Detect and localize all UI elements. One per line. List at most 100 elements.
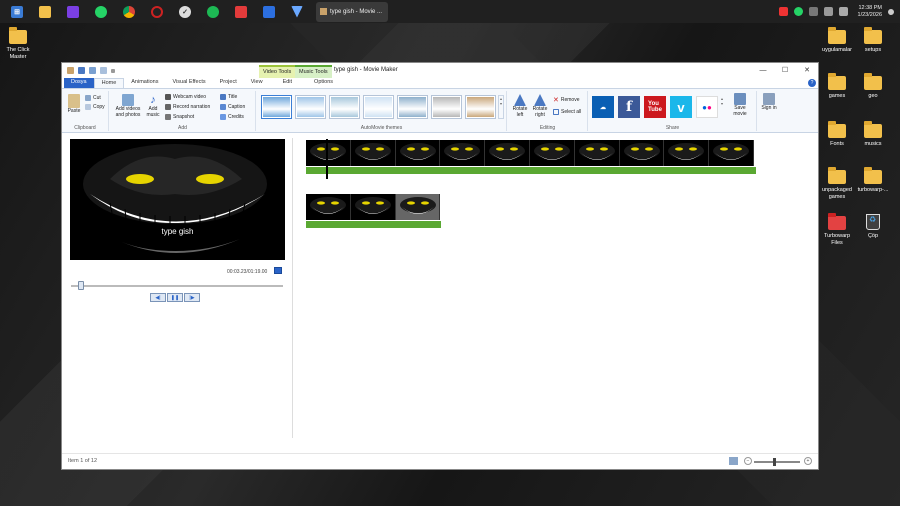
- record-narration-button[interactable]: Record narration: [165, 104, 210, 110]
- audio-track[interactable]: [306, 167, 756, 174]
- add-music-button[interactable]: ♪ Add music: [144, 94, 162, 118]
- app-menu-icon[interactable]: [67, 67, 74, 74]
- desktop-icon-the-click-master[interactable]: The Click Master: [0, 27, 36, 60]
- save-icon[interactable]: [78, 67, 85, 74]
- spotify-button[interactable]: [202, 2, 224, 22]
- desktop-icon-turbowarp[interactable]: turbowarp-...: [855, 167, 891, 194]
- pane-divider[interactable]: [292, 138, 293, 438]
- tray-edit-icon[interactable]: [808, 7, 818, 16]
- fullscreen-icon[interactable]: [274, 267, 282, 274]
- windows-start-button[interactable]: ⊞: [6, 2, 28, 22]
- qat-dropdown-icon[interactable]: [111, 68, 115, 73]
- save-movie-button[interactable]: Save movie: [729, 93, 751, 117]
- tray-whatsapp-icon[interactable]: [793, 7, 803, 16]
- youtube-icon[interactable]: You Tube: [644, 96, 666, 118]
- audio-track[interactable]: [306, 221, 441, 228]
- select-all-button[interactable]: Select all: [553, 109, 581, 115]
- desktop-icon-setups[interactable]: setups: [855, 27, 891, 54]
- theme-thumbnail[interactable]: [363, 95, 394, 119]
- theme-thumbnail[interactable]: [261, 95, 292, 119]
- record-app-button[interactable]: [146, 2, 168, 22]
- previous-frame-button[interactable]: ◀|: [150, 293, 166, 302]
- next-frame-button[interactable]: |▶: [184, 293, 200, 302]
- tray-network-icon[interactable]: [838, 7, 848, 16]
- facebook-icon[interactable]: f: [618, 96, 640, 118]
- close-icon[interactable]: ✕: [796, 63, 818, 77]
- desktop-icon-musics[interactable]: musics: [855, 121, 891, 148]
- theme-thumbnail[interactable]: [329, 95, 360, 119]
- share-scroll-icon[interactable]: ▴ ▾: [721, 96, 726, 118]
- video-tools-context: Video Tools: [259, 65, 296, 78]
- vpn-app-button[interactable]: [286, 2, 308, 22]
- desktop-icon-unpackaged-games[interactable]: unpackaged games: [819, 167, 855, 200]
- theme-thumbnail[interactable]: [295, 95, 326, 119]
- vimeo-icon[interactable]: v: [670, 96, 692, 118]
- file-explorer-button[interactable]: [34, 2, 56, 22]
- webcam-button[interactable]: Webcam video: [165, 94, 206, 100]
- minimize-icon[interactable]: —: [752, 63, 774, 77]
- copy-button[interactable]: Copy: [85, 104, 105, 110]
- blue-app-button[interactable]: [258, 2, 280, 22]
- theme-thumbnail[interactable]: [431, 95, 462, 119]
- clock-app-icon: ✓: [179, 5, 191, 18]
- tab-visual-effects[interactable]: Visual Effects: [165, 78, 212, 88]
- video-preview[interactable]: type gish: [70, 139, 285, 260]
- snapshot-button[interactable]: Snapshot: [165, 114, 194, 120]
- desktop-icon-recycle-bin[interactable]: Çöp: [855, 214, 891, 240]
- theme-thumbnail[interactable]: [397, 95, 428, 119]
- help-icon[interactable]: ?: [808, 79, 816, 87]
- desktop-icon-fonts[interactable]: Fonts: [819, 121, 855, 148]
- cdr-app-button[interactable]: [230, 2, 252, 22]
- media-app-button[interactable]: [62, 2, 84, 22]
- themes-scroll-icon[interactable]: ▴ ▾: [498, 95, 504, 119]
- clock-app-button[interactable]: ✓: [174, 2, 196, 22]
- theme-thumbnail[interactable]: [465, 95, 496, 119]
- zoom-slider[interactable]: [754, 461, 800, 463]
- recycle-bin-icon: [866, 214, 880, 230]
- paste-button[interactable]: Paste: [65, 94, 83, 115]
- playhead[interactable]: [326, 139, 328, 179]
- desktop-icon-geo[interactable]: geo: [855, 73, 891, 100]
- desktop-icon-games[interactable]: games: [819, 73, 855, 100]
- rotate-left-button[interactable]: Rotate left: [511, 94, 529, 118]
- desktop-icon-turbowarp-files[interactable]: Turbowarp Files: [819, 213, 855, 246]
- seek-bar[interactable]: [71, 285, 283, 287]
- tray-record-icon[interactable]: [778, 7, 788, 16]
- sign-in-button[interactable]: Sign in: [758, 93, 780, 112]
- tab-animations[interactable]: Animations: [124, 78, 165, 88]
- taskbar-movie-maker[interactable]: type gish - Movie ...: [316, 1, 388, 22]
- redo-icon[interactable]: [100, 67, 107, 74]
- notification-icon[interactable]: [888, 8, 894, 15]
- tab-home[interactable]: Home: [93, 78, 125, 88]
- cut-button[interactable]: Cut: [85, 95, 101, 101]
- tab-view[interactable]: View: [244, 78, 270, 88]
- tray-speaker-icon[interactable]: [823, 7, 833, 16]
- remove-button[interactable]: ✕ Remove: [553, 96, 580, 104]
- clock[interactable]: 12:38 PM 1/23/2026: [858, 5, 882, 19]
- tab-options[interactable]: Options: [307, 78, 340, 88]
- tab-edit[interactable]: Edit: [276, 78, 299, 88]
- title-bar: Video Tools Music Tools type gish - Movi…: [62, 63, 818, 78]
- video-clip[interactable]: [306, 194, 441, 230]
- credits-button[interactable]: Credits: [220, 114, 244, 120]
- video-clip[interactable]: [306, 140, 756, 176]
- add-videos-button[interactable]: Add videos and photos: [112, 94, 144, 118]
- whatsapp-button[interactable]: [90, 2, 112, 22]
- title-button[interactable]: Title: [220, 94, 237, 100]
- flickr-icon[interactable]: ● ●: [696, 96, 718, 118]
- maximize-icon[interactable]: ☐: [774, 63, 796, 77]
- caption-button[interactable]: Caption: [220, 104, 245, 110]
- rotate-right-button[interactable]: Rotate right: [531, 94, 549, 118]
- zoom-out-icon[interactable]: −: [744, 457, 752, 465]
- undo-icon[interactable]: [89, 67, 96, 74]
- chrome-button[interactable]: [118, 2, 140, 22]
- desktop-icon-uygulamalar[interactable]: uygulamalar: [819, 27, 855, 54]
- storyboard-view-icon[interactable]: [729, 457, 738, 465]
- pause-button[interactable]: ❚❚: [167, 293, 183, 302]
- tab-dosya[interactable]: Dosya: [64, 78, 94, 88]
- seek-thumb[interactable]: [78, 281, 84, 290]
- onedrive-icon[interactable]: ☁: [592, 96, 614, 118]
- zoom-in-icon[interactable]: +: [804, 457, 812, 465]
- tab-project[interactable]: Project: [213, 78, 244, 88]
- zoom-thumb[interactable]: [773, 458, 776, 466]
